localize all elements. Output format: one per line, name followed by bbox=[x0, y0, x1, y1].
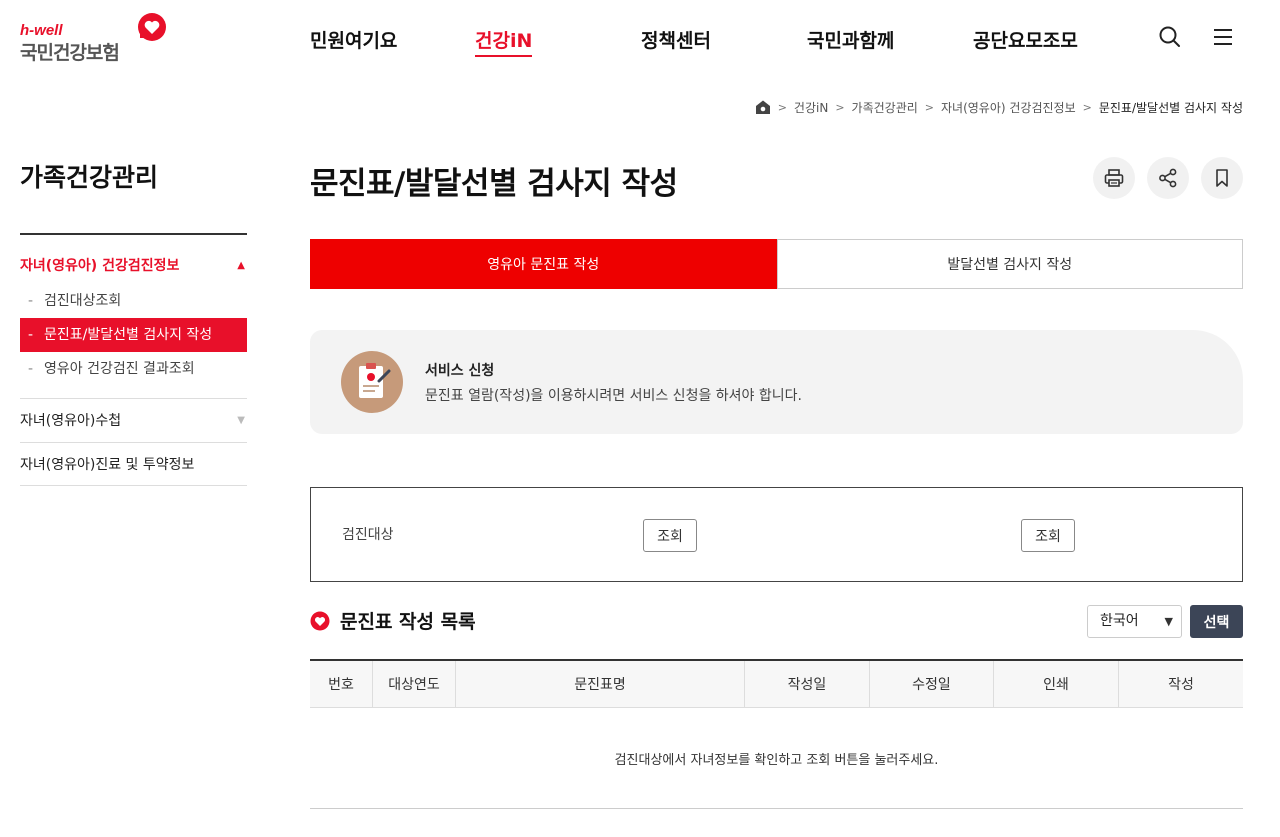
lookup-button-2[interactable]: 조회 bbox=[1021, 519, 1075, 552]
sidebar-menu: 자녀(영유아) 건강검진정보 ▲ 검진대상조회 문진표/발달선별 검사지 작성 … bbox=[20, 248, 247, 486]
questionnaire-table: 번호 대상연도 문진표명 작성일 수정일 인쇄 작성 검진대상에서 자녀정보를 … bbox=[310, 659, 1243, 809]
column-header: 대상연도 bbox=[372, 661, 455, 707]
service-notice: 서비스 신청 문진표 열람(작성)을 이용하시려면 서비스 신청을 하셔야 합니… bbox=[310, 330, 1243, 434]
breadcrumb-item[interactable]: 자녀(영유아) 건강검진정보 bbox=[941, 99, 1076, 116]
breadcrumb-item[interactable]: 가족건강관리 bbox=[852, 99, 918, 116]
menu-icon[interactable] bbox=[1210, 24, 1236, 50]
print-button[interactable] bbox=[1093, 157, 1135, 199]
share-icon bbox=[1159, 168, 1177, 188]
heart-logo-icon bbox=[138, 13, 166, 41]
header: h-well 국민건강보험 민원여기요 건강iN 정책센터 국민과함께 공단요모… bbox=[0, 0, 1280, 80]
lookup-button[interactable]: 조회 bbox=[643, 519, 697, 552]
clipboard-icon bbox=[341, 351, 403, 413]
sidebar-item-child-handbook[interactable]: 자녀(영유아)수첩 ▼ bbox=[20, 398, 247, 442]
sidebar-title: 가족건강관리 bbox=[20, 163, 159, 192]
notice-title: 서비스 신청 bbox=[425, 363, 495, 379]
column-header: 수정일 bbox=[869, 661, 993, 707]
triangle-down-icon: ▼ bbox=[237, 415, 245, 426]
sidebar-item-label: 자녀(영유아)진료 및 투약정보 bbox=[20, 457, 195, 473]
tab-infant-questionnaire[interactable]: 영유아 문진표 작성 bbox=[310, 239, 777, 289]
sidebar-subitem-checkup-result[interactable]: 영유아 건강검진 결과조회 bbox=[20, 352, 247, 386]
share-button[interactable] bbox=[1147, 157, 1189, 199]
nav-item-with-people[interactable]: 국민과함께 bbox=[807, 26, 894, 53]
bookmark-icon bbox=[1216, 169, 1228, 187]
bookmark-button[interactable] bbox=[1201, 157, 1243, 199]
heart-icon bbox=[310, 611, 330, 631]
language-select-value: 한국어 bbox=[1100, 613, 1139, 629]
checkup-target-box: 검진대상 조회 조회 bbox=[310, 487, 1243, 582]
sidebar-item-child-checkup-info[interactable]: 자녀(영유아) 건강검진정보 ▲ bbox=[20, 248, 247, 284]
sidebar-subitem-checkup-target[interactable]: 검진대상조회 bbox=[20, 284, 247, 318]
questionnaire-list-title: 문진표 작성 목록 bbox=[340, 611, 476, 633]
checkup-target-label: 검진대상 bbox=[342, 527, 394, 543]
nav-item-minwon[interactable]: 민원여기요 bbox=[310, 26, 397, 53]
sidebar-divider bbox=[20, 233, 247, 235]
home-icon[interactable] bbox=[755, 99, 771, 115]
nav-item-about-nhis[interactable]: 공단요모조모 bbox=[973, 26, 1078, 53]
column-header: 문진표명 bbox=[455, 661, 744, 707]
sidebar-subitem-questionnaire[interactable]: 문진표/발달선별 검사지 작성 bbox=[20, 318, 247, 352]
chevron-right-icon: > bbox=[1082, 100, 1092, 114]
logo[interactable]: h-well 국민건강보험 bbox=[20, 12, 170, 64]
tab-development-screening[interactable]: 발달선별 검사지 작성 bbox=[776, 239, 1243, 289]
triangle-up-icon: ▲ bbox=[237, 260, 245, 271]
language-select[interactable]: 한국어 ▼ bbox=[1087, 605, 1182, 638]
logo-sub-text: h-well bbox=[20, 22, 63, 39]
notice-description: 문진표 열람(작성)을 이용하시려면 서비스 신청을 하셔야 합니다. bbox=[425, 388, 802, 404]
column-header: 작성 bbox=[1118, 661, 1243, 707]
chevron-right-icon: > bbox=[835, 100, 845, 114]
chevron-right-icon: > bbox=[924, 100, 934, 114]
column-header: 작성일 bbox=[744, 661, 869, 707]
sidebar-item-label: 자녀(영유아)수첩 bbox=[20, 413, 122, 429]
table-empty-message: 검진대상에서 자녀정보를 확인하고 조회 버튼을 눌러주세요. bbox=[310, 708, 1243, 809]
table-header: 번호 대상연도 문진표명 작성일 수정일 인쇄 작성 bbox=[310, 659, 1243, 708]
select-button[interactable]: 선택 bbox=[1190, 605, 1243, 638]
sidebar-item-label: 자녀(영유아) 건강검진정보 bbox=[20, 258, 180, 274]
search-icon[interactable] bbox=[1157, 24, 1183, 50]
print-icon bbox=[1104, 169, 1124, 187]
column-header: 번호 bbox=[328, 677, 354, 693]
sidebar-item-child-treatment[interactable]: 자녀(영유아)진료 및 투약정보 bbox=[20, 442, 247, 486]
chevron-down-icon: ▼ bbox=[1164, 615, 1173, 628]
breadcrumb: > 건강iN > 가족건강관리 > 자녀(영유아) 건강검진정보 > 문진표/발… bbox=[755, 98, 1243, 116]
chevron-right-icon: > bbox=[777, 100, 787, 114]
nav-item-policy-center[interactable]: 정책센터 bbox=[641, 26, 711, 53]
page-title: 문진표/발달선별 검사지 작성 bbox=[310, 166, 678, 202]
breadcrumb-item[interactable]: 건강iN bbox=[794, 99, 828, 116]
nav-item-health-in[interactable]: 건강iN bbox=[475, 26, 533, 57]
column-header: 인쇄 bbox=[993, 661, 1118, 707]
breadcrumb-current: 문진표/발달선별 검사지 작성 bbox=[1098, 100, 1243, 115]
logo-main-text: 국민건강보험 bbox=[20, 42, 120, 64]
tab-bar: 영유아 문진표 작성 발달선별 검사지 작성 bbox=[310, 239, 1243, 289]
